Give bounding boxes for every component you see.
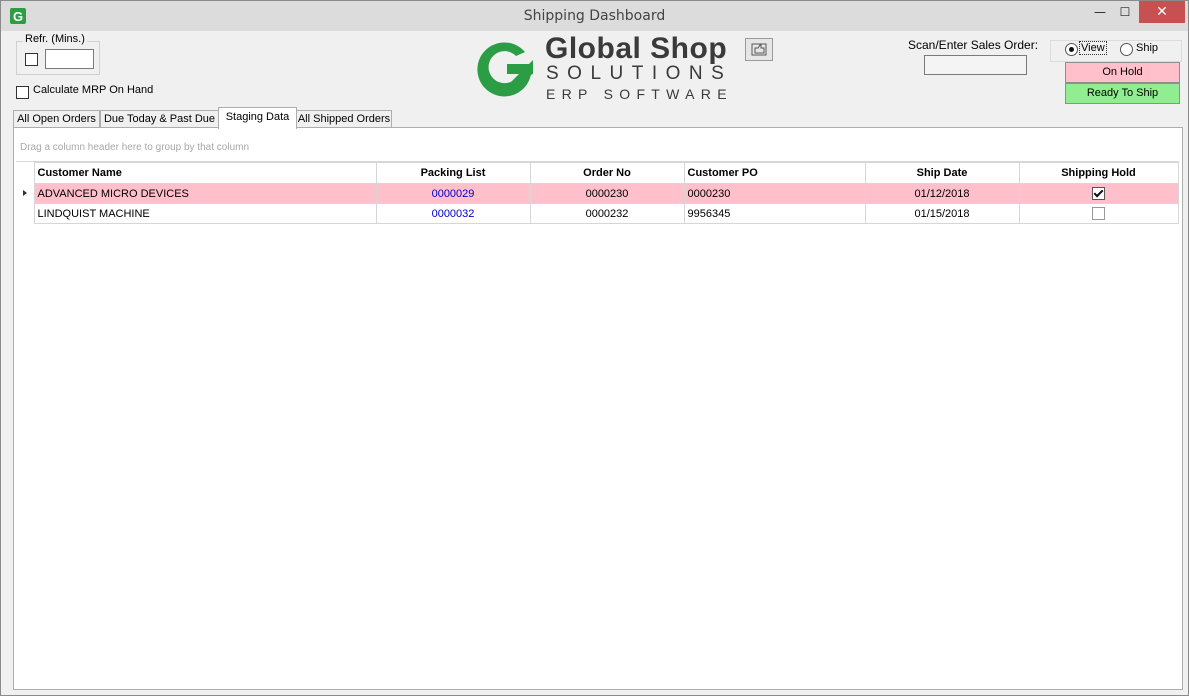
shipping-dashboard-window: G Shipping Dashboard — ☐ ✕ Refr. (Mins.)… [0, 0, 1189, 696]
maximize-button[interactable]: ☐ [1112, 1, 1138, 23]
title-bar: G Shipping Dashboard — ☐ ✕ [1, 1, 1188, 31]
group-by-hint: Drag a column header here to group by th… [20, 142, 250, 153]
logo-text-line1: Global Shop [545, 32, 728, 65]
cell-order-no[interactable]: 0000230 [529, 183, 685, 204]
column-header-shipping-hold[interactable]: Shipping Hold [1018, 162, 1179, 184]
table-row[interactable]: LINDQUIST MACHINE 0000032 0000232 995634… [16, 203, 1179, 224]
thumbs-up-icon [751, 43, 767, 56]
cell-packing-list-link[interactable]: 0000032 [375, 203, 531, 224]
current-row-indicator [16, 183, 35, 204]
tab-due-today-past-due[interactable]: Due Today & Past Due [100, 110, 219, 128]
cell-ship-date[interactable]: 01/12/2018 [864, 183, 1020, 204]
column-header-ship-date[interactable]: Ship Date [864, 162, 1020, 184]
cell-shipping-hold[interactable] [1018, 183, 1179, 204]
minimize-button[interactable]: — [1086, 1, 1114, 23]
scan-sales-order-input[interactable] [924, 55, 1027, 75]
tab-all-shipped-orders[interactable]: All Shipped Orders [296, 110, 392, 128]
cell-order-no[interactable]: 0000232 [529, 203, 685, 224]
row-pointer-icon [22, 189, 27, 196]
cell-customer-name[interactable]: LINDQUIST MACHINE [33, 203, 377, 224]
shipping-hold-checkbox[interactable] [1092, 207, 1105, 220]
view-radio-label[interactable]: View [1079, 41, 1107, 55]
on-hold-legend: On Hold [1065, 62, 1180, 83]
row-indicator [16, 203, 35, 224]
cell-customer-po[interactable]: 9956345 [683, 203, 866, 224]
tab-staging-data[interactable]: Staging Data [218, 107, 297, 129]
row-indicator-header [16, 162, 35, 184]
refresh-label: Refr. (Mins.) [23, 33, 87, 45]
refresh-checkbox[interactable] [25, 53, 38, 66]
calculate-mrp-checkbox[interactable] [16, 86, 29, 99]
table-row[interactable]: ADVANCED MICRO DEVICES 0000029 0000230 0… [16, 183, 1179, 204]
cell-packing-list-link[interactable]: 0000029 [375, 183, 531, 204]
orders-panel: Drag a column header here to group by th… [13, 127, 1183, 690]
calculate-mrp-label: Calculate MRP On Hand [33, 84, 154, 96]
logo-g-icon [477, 42, 533, 97]
refresh-minutes-input[interactable] [45, 49, 94, 69]
shipping-hold-checkbox[interactable] [1092, 187, 1105, 200]
grid-header-row: Customer Name Packing List Order No Cust… [16, 162, 1179, 184]
tab-all-open-orders[interactable]: All Open Orders [13, 110, 100, 128]
ship-radio-label[interactable]: Ship [1136, 42, 1158, 54]
column-header-order-no[interactable]: Order No [529, 162, 685, 184]
column-header-customer-name[interactable]: Customer Name [33, 162, 377, 184]
radio-selected-dot [1069, 47, 1074, 52]
logo-text-line3: ERP SOFTWARE [546, 86, 733, 102]
scan-sales-order-label: Scan/Enter Sales Order: [908, 38, 1039, 52]
ready-to-ship-legend: Ready To Ship [1065, 83, 1180, 104]
column-header-customer-po[interactable]: Customer PO [683, 162, 866, 184]
close-button[interactable]: ✕ [1139, 1, 1185, 23]
window-title: Shipping Dashboard [523, 8, 666, 24]
global-shop-logo: Global Shop SOLUTIONS ERP SOFTWARE [471, 32, 741, 102]
column-header-packing-list[interactable]: Packing List [375, 162, 531, 184]
group-by-area[interactable]: Drag a column header here to group by th… [16, 130, 1179, 162]
cell-shipping-hold[interactable] [1018, 203, 1179, 224]
orders-grid: Customer Name Packing List Order No Cust… [16, 162, 1179, 224]
cell-customer-po[interactable]: 0000230 [683, 183, 866, 204]
view-radio[interactable] [1065, 43, 1078, 56]
logo-text-line2: SOLUTIONS [546, 63, 733, 84]
cell-ship-date[interactable]: 01/15/2018 [864, 203, 1020, 224]
cell-customer-name[interactable]: ADVANCED MICRO DEVICES [33, 183, 377, 204]
ship-radio[interactable] [1120, 43, 1133, 56]
feedback-button[interactable] [745, 38, 773, 61]
